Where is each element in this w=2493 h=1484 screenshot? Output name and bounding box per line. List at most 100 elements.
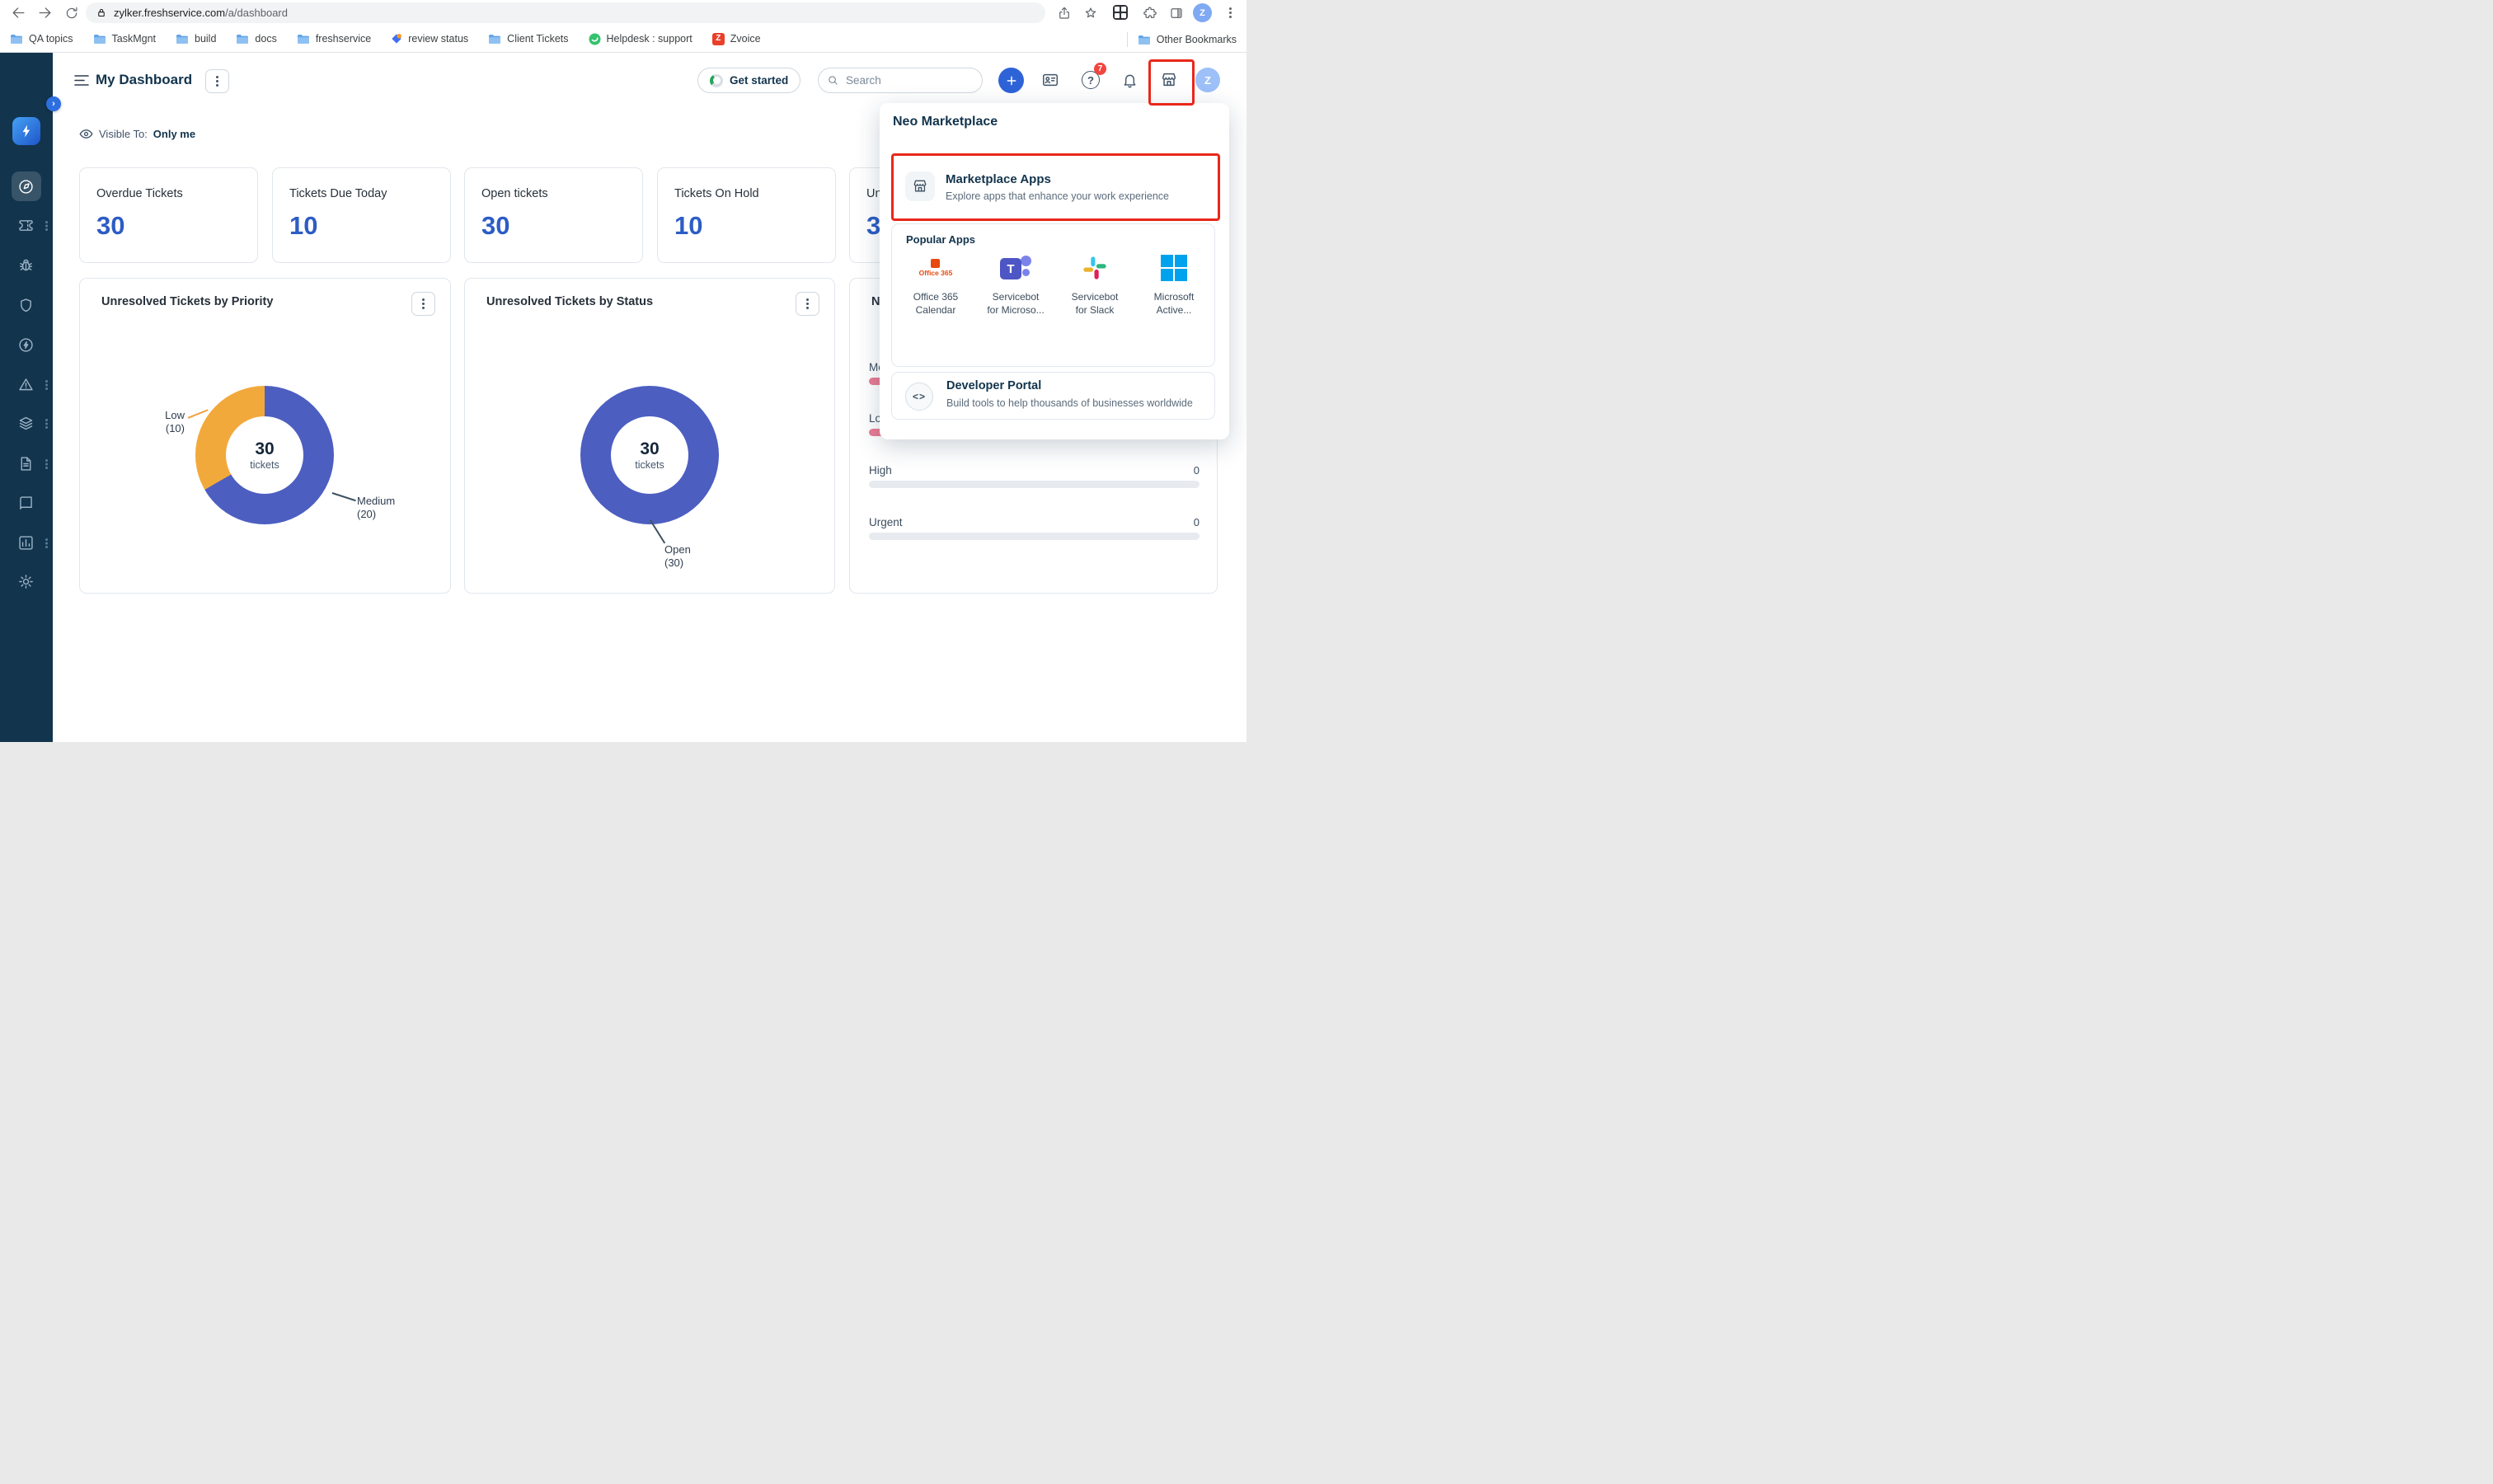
bookmark-build[interactable]: build [176,33,216,45]
sidebar-item-alerts[interactable] [17,376,35,393]
app-microsoft-active-directory[interactable]: MicrosoftActive... [1136,251,1212,358]
warning-triangle-icon [17,376,35,393]
stat-card-due-today[interactable]: Tickets Due Today 10 [272,167,451,263]
bookmark-qa-topics[interactable]: QA topics [10,33,73,45]
panel-title: Neo Marketplace [893,115,998,129]
tickets-kebab-dots[interactable] [45,221,48,223]
lightning-logo-icon [19,124,34,139]
url-path: /a/dashboard [225,7,288,19]
bookmark-review-status[interactable]: review status [391,33,468,45]
sidebar-item-dashboard[interactable] [17,178,35,195]
visibility-value[interactable]: Only me [153,128,195,140]
marketplace-icon[interactable] [1160,71,1178,89]
forward-icon[interactable] [36,4,54,21]
callout-low: Low (10) [124,409,185,435]
stat-card-overdue[interactable]: Overdue Tickets 30 [79,167,258,263]
document-icon [17,455,35,472]
reload-icon[interactable] [63,4,80,21]
bookmark-star-icon[interactable] [1082,4,1099,21]
folder-icon [10,33,23,45]
sidebar-item-changes[interactable] [17,297,35,314]
widget-kebab-button[interactable] [796,292,819,316]
bookmark-taskmgnt[interactable]: TaskMgnt [93,33,157,45]
contacts-card-icon[interactable] [1041,71,1059,89]
stat-card-open[interactable]: Open tickets 30 [464,167,643,263]
user-avatar[interactable]: Z [1195,68,1220,92]
ms-teams-icon: T [978,251,1054,285]
sidebar-item-tickets[interactable] [17,217,35,234]
new-item-button[interactable] [998,68,1024,93]
developer-portal-item[interactable]: <> Developer Portal Build tools to help … [891,372,1215,420]
folder-icon [176,33,189,45]
folder-icon [93,33,106,45]
alerts-kebab-dots[interactable] [45,380,48,383]
sidebar-item-solutions[interactable] [17,455,35,472]
freshservice-logo[interactable] [12,117,40,145]
back-icon[interactable] [10,4,27,21]
visibility-label: Visible To: [99,128,148,140]
bug-icon [17,256,35,274]
callout-medium: Medium (20) [357,495,423,521]
status-donut-chart[interactable]: 30 tickets [580,386,719,524]
marketplace-apps-icon [905,171,935,201]
microsoft-windows-icon [1136,251,1212,285]
sidepanel-icon[interactable] [1167,4,1185,21]
dashboard-options-kebab-button[interactable] [205,69,229,93]
slack-icon [1057,251,1133,285]
code-brackets-icon: <> [905,383,933,411]
shield-icon [17,297,35,314]
gear-icon [17,573,35,590]
bookmark-zvoice[interactable]: Z Zvoice [712,33,761,45]
browser-profile-avatar[interactable]: Z [1193,3,1212,22]
sidebar-expand-button[interactable]: › [46,96,61,111]
folder-icon [236,33,249,45]
priority-donut-chart[interactable]: 30 tickets [195,386,334,524]
sidebar-item-knowledge-base[interactable] [17,495,35,512]
dashboard-icon [17,178,35,195]
other-bookmarks[interactable]: Other Bookmarks [1138,34,1237,45]
review-status-icon [391,33,402,45]
popular-apps-heading: Popular Apps [906,233,975,246]
bookmark-docs[interactable]: docs [236,33,276,45]
get-started-button[interactable]: Get started [697,68,800,93]
browser-menu-icon[interactable] [1222,4,1239,21]
app-servicebot-slack[interactable]: Servicebotfor Slack [1057,251,1133,358]
screenshot-extension-icon[interactable] [1113,5,1128,20]
sidebar-item-analytics[interactable] [17,534,35,552]
progress-ring-icon [710,74,723,87]
search-input[interactable] [844,73,963,87]
address-bar[interactable]: zylker.freshservice.com/a/dashboard [86,2,1045,23]
bookmark-client-tickets[interactable]: Client Tickets [488,33,568,45]
share-icon[interactable] [1055,4,1073,21]
callout-open: Open (30) [664,543,730,570]
search-icon [827,74,839,87]
sidebar-item-problems[interactable] [17,256,35,274]
folder-icon [1138,34,1151,45]
bar-urgent [869,533,1200,540]
sidebar-item-assets[interactable] [17,415,35,432]
app-servicebot-teams[interactable]: T Servicebotfor Microso... [978,251,1054,358]
search-bar[interactable] [818,68,983,93]
app-office365-calendar[interactable]: Office 365 Office 365Calendar [898,251,974,358]
bar-high [869,481,1200,488]
lock-icon [96,7,107,19]
sidebar-item-settings[interactable] [17,573,35,590]
dashboard-menu-icon[interactable] [74,74,89,87]
app-sidebar [0,53,53,742]
bookmark-helpdesk-support[interactable]: Helpdesk : support [589,33,692,45]
analytics-kebab-dots[interactable] [45,538,48,541]
helpdesk-icon [589,33,601,45]
notifications-bell-icon[interactable] [1120,71,1139,89]
bookmarks-bar: QA topics TaskMgnt build docs freshservi… [0,26,1246,53]
stat-card-on-hold[interactable]: Tickets On Hold 10 [657,167,836,263]
sidebar-item-releases[interactable] [17,336,35,354]
solutions-kebab-dots[interactable] [45,459,48,462]
office365-icon: Office 365 [898,251,974,285]
extensions-puzzle-icon[interactable] [1141,4,1158,21]
assets-kebab-dots[interactable] [45,419,48,421]
bookmark-freshservice[interactable]: freshservice [297,33,371,45]
widget-title: N [871,295,880,308]
widget-kebab-button[interactable] [411,292,435,316]
page-title: My Dashboard [96,72,192,88]
url-text: zylker.freshservice.com/a/dashboard [114,6,288,21]
